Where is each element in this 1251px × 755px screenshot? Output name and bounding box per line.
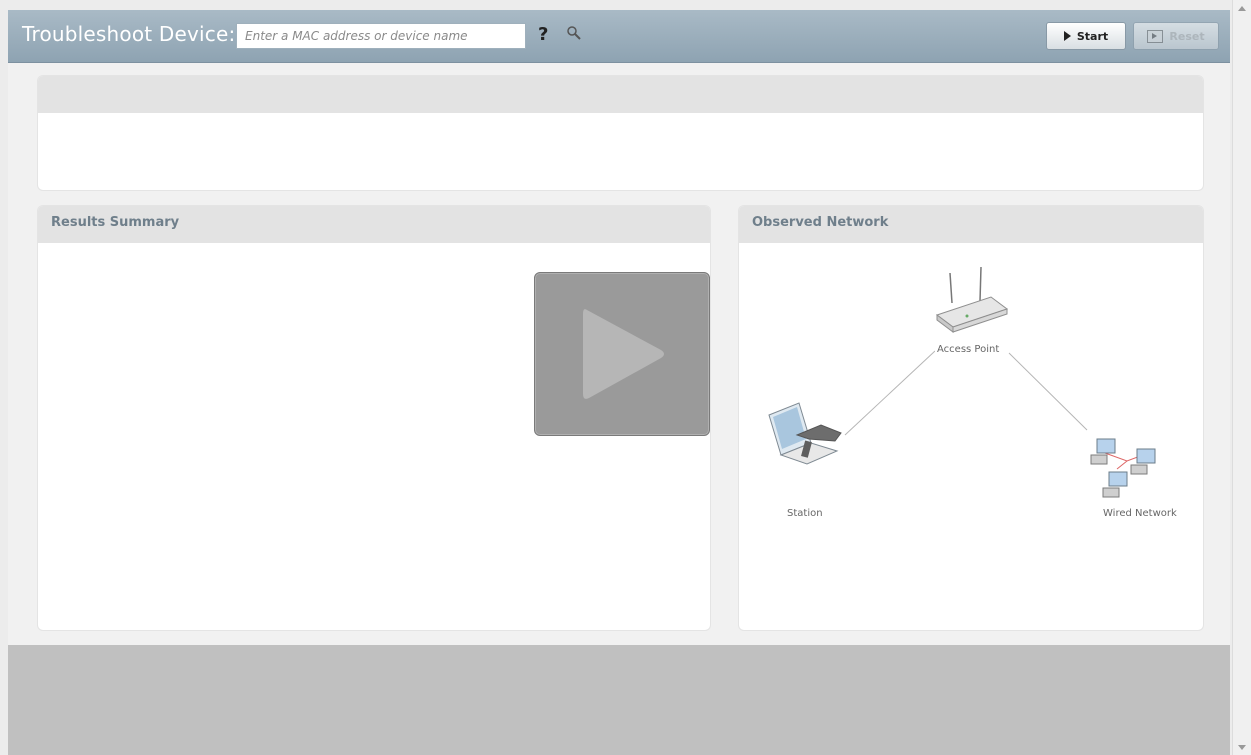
laptop-scanner-icon[interactable]: [768, 402, 842, 465]
scroll-up-arrow-icon[interactable]: [1238, 6, 1246, 11]
network-diagram: [768, 266, 1156, 498]
toolbar: Troubleshoot Device: ? Start Reset: [8, 10, 1230, 63]
reset-button[interactable]: Reset: [1133, 22, 1219, 50]
reset-button-label: Reset: [1169, 29, 1205, 43]
video-play-icon: [583, 309, 664, 399]
status-panel-header: [38, 76, 1203, 113]
observed-network-title: Observed Network: [739, 206, 1203, 243]
reset-icon: [1147, 29, 1164, 43]
results-summary-title: Results Summary: [38, 206, 710, 243]
vertical-scrollbar[interactable]: [1232, 0, 1251, 755]
page-title: Troubleshoot Device:: [22, 22, 236, 46]
wireless-router-icon[interactable]: [935, 266, 1009, 333]
status-panel: [38, 76, 1203, 190]
results-summary-panel: Results Summary: [38, 206, 710, 630]
device-search-input[interactable]: [236, 23, 526, 49]
networked-computers-icon[interactable]: [1090, 438, 1156, 498]
help-icon[interactable]: ?: [538, 24, 548, 45]
wired-network-label: Wired Network: [1101, 508, 1179, 519]
footer-area: [8, 645, 1230, 755]
play-triangle-icon: [1063, 31, 1071, 41]
access-point-label: Access Point: [935, 344, 1002, 355]
magnifier-icon[interactable]: [566, 25, 582, 45]
app-frame: Troubleshoot Device: ? Start Reset Resul…: [8, 10, 1230, 755]
video-play-button[interactable]: [534, 272, 710, 436]
start-button-label: Start: [1076, 29, 1109, 43]
start-button[interactable]: Start: [1046, 22, 1126, 50]
observed-network-panel: Observed Network Access Point Station Wi…: [739, 206, 1203, 630]
station-label: Station: [785, 508, 825, 519]
scroll-down-arrow-icon[interactable]: [1238, 745, 1246, 750]
